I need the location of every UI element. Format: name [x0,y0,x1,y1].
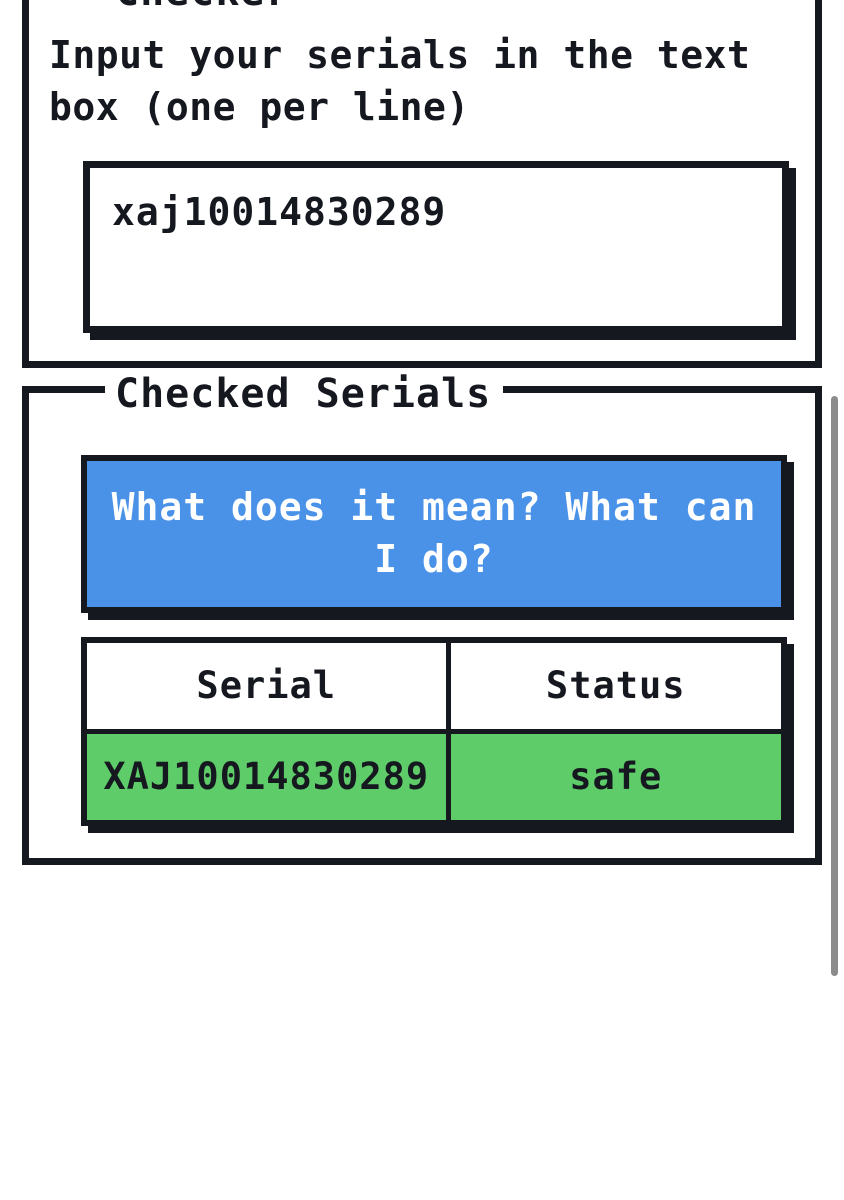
checked-serials-panel-title: Checked Serials [105,371,504,417]
checked-serials-panel-body: What does it mean? What can I do? Serial… [43,417,801,826]
cell-serial: XAJ10014830289 [81,729,451,826]
page-scrollbar[interactable] [828,0,842,1200]
results-table-wrapper: Serial Status XAJ10014830289 safe [81,637,787,826]
column-header-status: Status [445,637,787,734]
results-table-head: Serial Status [81,637,787,734]
page-viewport: Checker Input your serials in the text b… [0,0,844,1200]
checker-panel-body: Input your serials in the text box (one … [43,15,801,333]
table-row: XAJ10014830289 safe [81,729,787,826]
table-header-row: Serial Status [81,637,787,734]
checker-instructions: Input your serials in the text box (one … [49,33,774,129]
what-does-it-mean-button[interactable]: What does it mean? What can I do? [81,455,787,613]
status-badge: safe [445,729,787,826]
column-header-serial: Serial [81,637,451,734]
checker-panel-title: Checker [105,0,303,15]
page-content: Checker Input your serials in the text b… [0,0,844,883]
serial-input-wrapper: xaj10014830289 [83,161,789,333]
scrollbar-thumb[interactable] [831,396,838,976]
results-table-body: XAJ10014830289 safe [81,729,787,826]
checked-serials-panel: Checked Serials What does it mean? What … [22,371,822,865]
serial-input[interactable]: xaj10014830289 [83,161,789,333]
checker-panel: Checker Input your serials in the text b… [22,0,822,368]
results-table: Serial Status XAJ10014830289 safe [81,637,787,826]
